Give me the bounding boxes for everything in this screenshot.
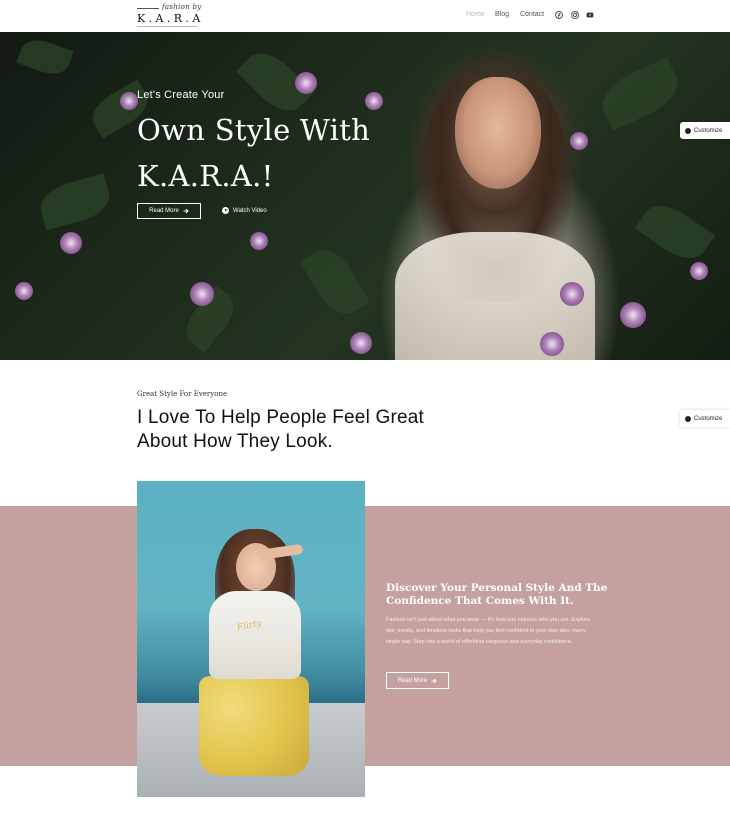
customize-label: Customize — [694, 415, 723, 422]
hero-leaf — [594, 57, 686, 131]
nav-contact[interactable]: Contact — [520, 11, 544, 18]
hero-model-face — [455, 77, 541, 189]
hero-flower — [120, 92, 138, 110]
intro-kicker: Great Style For Everyone — [137, 390, 228, 398]
feature-section — [0, 506, 730, 766]
arrow-right-icon — [183, 208, 189, 214]
hero-title-line-2: K.A.R.A.! — [137, 159, 274, 193]
hero-title-line-1: Own Style With — [137, 113, 371, 147]
feature-title-line-1: Discover Your Personal Style And The — [386, 582, 608, 594]
feature-title: Discover Your Personal Style And The Con… — [386, 582, 607, 608]
logo-mark: K.A.R.A — [137, 12, 204, 25]
hero-leaf — [634, 195, 716, 269]
site-header: fashion by K.A.R.A Home Blog Contact — [0, 0, 730, 32]
hero-flower — [620, 302, 646, 328]
feature-photo: Flirty — [137, 481, 365, 797]
hero-leaf — [300, 241, 370, 323]
play-icon — [222, 207, 229, 214]
hero-flower — [560, 282, 584, 306]
hero-flower — [690, 262, 708, 280]
intro-title-line-1: I Love To Help People Feel Great — [137, 407, 424, 428]
hero-flower — [540, 332, 564, 356]
photo-model-skirt — [199, 676, 309, 776]
intro-title: I Love To Help People Feel Great About H… — [137, 406, 424, 454]
logo-script: fashion by — [162, 3, 202, 11]
hero-subtitle: Let's Create Your — [137, 89, 225, 101]
watch-video-button[interactable]: Watch Video — [222, 207, 267, 214]
hero-flower — [15, 282, 33, 300]
hero-flower — [350, 332, 372, 354]
pinterest-icon[interactable] — [554, 10, 564, 20]
customize-tab[interactable]: Customize — [680, 122, 730, 139]
photo-model-shirt — [209, 591, 301, 679]
customize-label: Customize — [694, 127, 723, 134]
hero-flower — [250, 232, 268, 250]
hero-read-more-label: Read More — [149, 208, 179, 214]
intro-title-line-2: About How They Look. — [137, 431, 333, 452]
watch-video-label: Watch Video — [233, 207, 267, 214]
logo-line — [137, 8, 159, 9]
nav-blog[interactable]: Blog — [495, 11, 509, 18]
feature-body: Fashion isn't just about what you wear —… — [386, 617, 591, 645]
hero-flower — [570, 132, 588, 150]
site-logo[interactable]: fashion by K.A.R.A — [137, 3, 202, 29]
feature-read-more-button[interactable]: Read More — [386, 672, 449, 689]
arrow-right-icon — [431, 678, 437, 683]
hero-title: Own Style With K.A.R.A.! — [137, 107, 370, 199]
hero-flower — [190, 282, 214, 306]
palette-icon — [685, 415, 691, 422]
hero-leaf — [16, 34, 74, 80]
palette-icon — [685, 127, 691, 134]
youtube-icon[interactable] — [585, 10, 595, 20]
logo-underline — [137, 26, 197, 27]
hero-read-more-button[interactable]: Read More — [137, 203, 201, 219]
hero-flower — [295, 72, 317, 94]
instagram-icon[interactable] — [570, 10, 580, 20]
hero-flower — [60, 232, 82, 254]
customize-tab[interactable]: Customize — [680, 410, 730, 427]
feature-title-line-2: Confidence That Comes With It. — [386, 595, 574, 607]
hero-leaf — [36, 173, 114, 231]
nav-home[interactable]: Home — [466, 11, 485, 18]
feature-read-more-label: Read More — [397, 677, 428, 684]
